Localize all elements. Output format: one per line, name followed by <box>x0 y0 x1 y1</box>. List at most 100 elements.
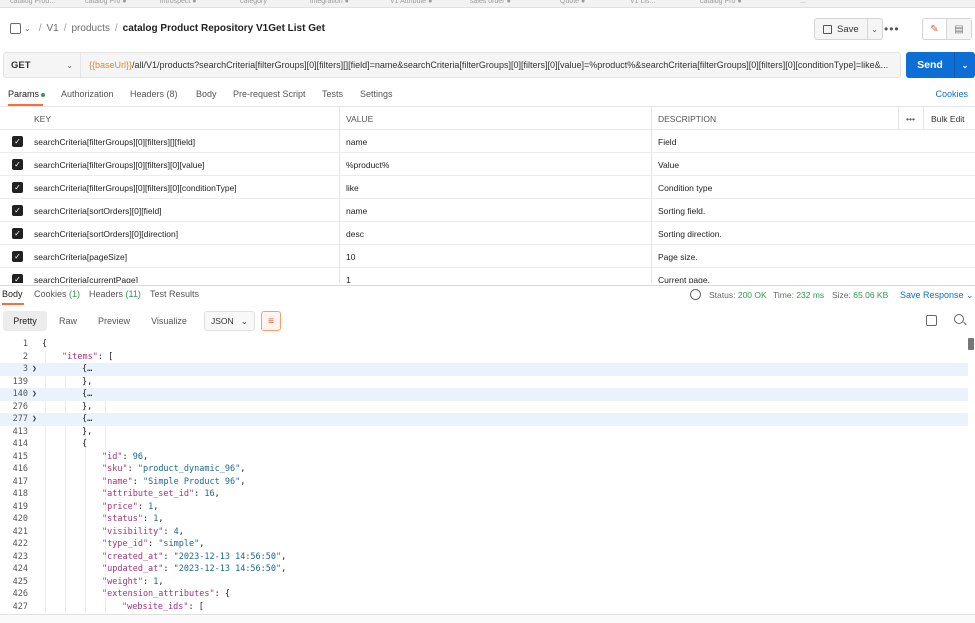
send-dropdown-icon[interactable]: ⌄ <box>955 52 975 78</box>
tab-settings[interactable]: Settings <box>360 89 393 99</box>
view-visualize-button[interactable]: Visualize <box>146 311 192 331</box>
tab-body[interactable]: Body <box>196 89 217 99</box>
code-text: }, <box>82 426 93 437</box>
bulk-edit-link[interactable]: Bulk Edit <box>931 107 965 130</box>
line-number: 419 <box>12 501 28 512</box>
line-number: 426 <box>12 589 28 599</box>
param-description[interactable]: Current page. <box>658 268 958 284</box>
param-value[interactable]: name <box>346 130 646 153</box>
param-value[interactable]: 10 <box>346 245 646 268</box>
top-tab[interactable]: V1 Attribute ● <box>390 0 432 6</box>
param-key[interactable]: searchCriteria[sortOrders][0][direction] <box>34 222 334 245</box>
top-tab[interactable]: catalog Pro ● <box>85 0 127 6</box>
top-tab[interactable]: introspect ● <box>160 0 197 6</box>
param-enabled-checkbox[interactable]: ✓ <box>12 228 23 239</box>
documentation-icon[interactable]: ▤ <box>947 19 971 39</box>
param-description[interactable]: Field <box>658 130 958 153</box>
column-divider <box>923 107 924 130</box>
tab-authorization[interactable]: Authorization <box>61 89 114 99</box>
response-tab-body[interactable]: Body <box>2 289 23 299</box>
search-icon[interactable] <box>954 314 964 324</box>
top-tab[interactable]: sales order ● <box>470 0 511 6</box>
param-key[interactable]: searchCriteria[pageSize] <box>34 245 334 268</box>
wrap-lines-icon[interactable]: ≡ <box>261 311 281 331</box>
code-text: { <box>82 439 88 449</box>
top-tab[interactable]: catalog Pro ● <box>700 0 742 6</box>
method-select[interactable]: GET ⌄ <box>3 52 81 78</box>
param-enabled-checkbox[interactable]: ✓ <box>12 182 23 193</box>
response-tab-headers[interactable]: Headers (11) <box>89 289 141 299</box>
request-title[interactable]: catalog Product Repository V1Get List Ge… <box>123 23 325 34</box>
code-line: 421 "visibility": 4, <box>0 526 968 539</box>
column-options-icon[interactable]: ••• <box>906 107 915 130</box>
save-response-button[interactable]: Save Response ⌄ <box>900 290 974 301</box>
code-line: 2 "items": [ <box>0 351 968 364</box>
view-raw-button[interactable]: Raw <box>52 311 84 331</box>
save-button-group: Save ⌄ <box>814 18 883 40</box>
top-tab[interactable]: integration ● <box>310 0 349 6</box>
line-number: 140 <box>12 389 28 399</box>
param-key[interactable]: searchCriteria[filterGroups][0][filters]… <box>34 153 334 176</box>
param-enabled-checkbox[interactable]: ✓ <box>12 159 23 170</box>
param-value[interactable]: %product% <box>346 153 646 176</box>
param-description[interactable]: Page size. <box>658 245 958 268</box>
view-preview-button[interactable]: Preview <box>92 311 136 331</box>
copy-icon[interactable] <box>926 315 937 326</box>
url-input[interactable]: {{baseUrl}} /all/V1/products?searchCrite… <box>81 52 901 78</box>
param-value[interactable]: name <box>346 199 646 222</box>
param-enabled-checkbox[interactable]: ✓ <box>12 205 23 216</box>
line-number: 427 <box>12 601 28 612</box>
top-tab[interactable]: V1 Lis... <box>630 0 655 6</box>
chevron-down-icon[interactable]: ⌄ <box>24 24 31 33</box>
fold-chevron-icon[interactable]: ❯ <box>32 363 37 376</box>
param-description[interactable]: Sorting direction. <box>658 222 958 245</box>
breadcrumb-products[interactable]: products <box>72 23 110 34</box>
top-tab[interactable]: category <box>240 0 267 6</box>
param-enabled-checkbox[interactable]: ✓ <box>12 136 23 147</box>
param-description[interactable]: Sorting field. <box>658 199 958 222</box>
code-text: "items": [ <box>62 351 114 362</box>
open-tabs-strip: catalog Prod... catalog Pro ● introspect ●… <box>0 0 975 8</box>
response-toolbar: Pretty Raw Preview Visualize JSON ⌄ ≡ <box>0 309 975 333</box>
scrollbar-thumb[interactable] <box>968 338 974 350</box>
param-description[interactable]: Value <box>658 153 958 176</box>
param-key[interactable]: searchCriteria[filterGroups][0][filters]… <box>34 176 334 199</box>
format-select[interactable]: JSON ⌄ <box>204 311 255 331</box>
param-key[interactable]: searchCriteria[currentPage] <box>34 268 334 284</box>
more-options-icon[interactable]: ••• <box>884 22 900 36</box>
tab-params[interactable]: Params <box>8 89 46 99</box>
save-button[interactable]: Save <box>815 19 868 39</box>
param-row: ✓ searchCriteria[currentPage] 1 Current pag… <box>0 268 975 283</box>
top-tab[interactable]: ... <box>800 0 806 6</box>
editor-scrollbar[interactable] <box>968 338 975 613</box>
tab-tests[interactable]: Tests <box>322 89 343 99</box>
line-number: 415 <box>12 451 28 462</box>
param-value[interactable]: 1 <box>346 268 646 284</box>
param-enabled-checkbox[interactable]: ✓ <box>12 251 23 262</box>
save-dropdown-button[interactable]: ⌄ <box>868 19 882 39</box>
cookies-link[interactable]: Cookies <box>935 89 968 99</box>
param-value[interactable]: like <box>346 176 646 199</box>
param-key[interactable]: searchCriteria[filterGroups][0][filters]… <box>34 130 334 153</box>
param-description[interactable]: Condition type <box>658 176 958 199</box>
send-button[interactable]: Send <box>906 52 955 78</box>
param-enabled-checkbox[interactable]: ✓ <box>12 274 23 283</box>
response-tab-cookies[interactable]: Cookies (1) <box>34 289 80 299</box>
globe-icon[interactable] <box>690 289 701 300</box>
response-body-editor[interactable]: 1{2 "items": [3 ❯ {… 139}, 140 ❯ {… 276}, 277 ❯ {… 4… <box>0 338 968 613</box>
tab-headers[interactable]: Headers (8) <box>130 89 178 99</box>
code-line: 1{ <box>0 338 968 351</box>
view-pretty-button[interactable]: Pretty <box>3 311 47 331</box>
breadcrumb-v1[interactable]: V1 <box>46 23 58 34</box>
response-tab-test-results[interactable]: Test Results <box>150 289 199 299</box>
top-tab[interactable]: catalog Prod... <box>10 0 55 6</box>
tab-prerequest-script[interactable]: Pre-request Script <box>233 89 306 99</box>
url-base-variable: {{baseUrl}} <box>89 60 133 70</box>
param-key[interactable]: searchCriteria[sortOrders][0][field] <box>34 199 334 222</box>
top-tab[interactable]: Quote ● <box>560 0 585 6</box>
fold-chevron-icon[interactable]: ❯ <box>32 413 37 426</box>
edit-pencil-icon[interactable]: ✎ <box>923 19 947 39</box>
save-icon <box>823 24 832 34</box>
param-value[interactable]: desc <box>346 222 646 245</box>
fold-chevron-icon[interactable]: ❯ <box>32 388 37 401</box>
